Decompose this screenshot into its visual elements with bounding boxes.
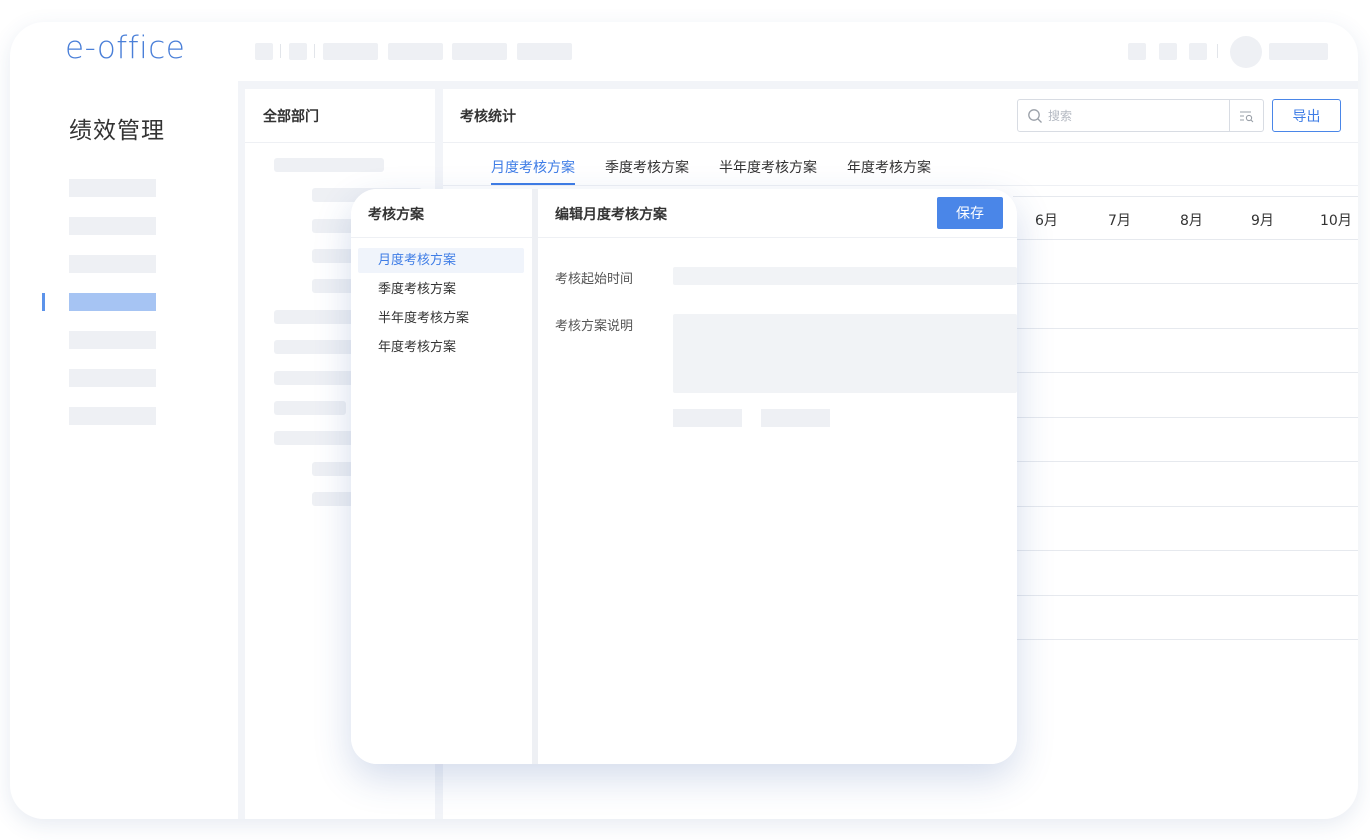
- action-button-placeholder[interactable]: [673, 409, 742, 427]
- action-button-placeholder[interactable]: [761, 409, 830, 427]
- description-label: 考核方案说明: [555, 319, 634, 334]
- filter-button[interactable]: [1229, 100, 1263, 131]
- filter-icon: [1239, 110, 1253, 122]
- tab-monthly[interactable]: 月度考核方案: [491, 157, 575, 185]
- search-icon: [1028, 109, 1042, 123]
- table-row: [1013, 461, 1358, 462]
- plan-item-quarterly[interactable]: 季度考核方案: [358, 277, 524, 302]
- table-row: [1013, 328, 1358, 329]
- table-row: [1013, 417, 1358, 418]
- top-menu-placeholder[interactable]: [255, 43, 273, 60]
- plan-list-title: 考核方案: [368, 207, 424, 223]
- start-time-label: 考核起始时间: [555, 272, 634, 287]
- plan-tabs: 月度考核方案 季度考核方案 半年度考核方案 年度考核方案: [491, 157, 931, 185]
- tabs-divider: [443, 185, 1358, 186]
- tab-half-yearly[interactable]: 半年度考核方案: [719, 157, 817, 185]
- tree-node[interactable]: [274, 401, 346, 415]
- avatar[interactable]: [1230, 36, 1262, 68]
- export-button[interactable]: 导出: [1272, 99, 1341, 132]
- top-tool-placeholder[interactable]: [1189, 43, 1207, 60]
- search-input[interactable]: [1048, 106, 1224, 126]
- table-row: [1013, 283, 1358, 284]
- top-divider: [314, 44, 315, 58]
- user-name-placeholder[interactable]: [1269, 43, 1328, 60]
- top-menu-placeholder[interactable]: [388, 43, 443, 60]
- divider: [443, 142, 1358, 143]
- plan-list-panel: 考核方案 月度考核方案 季度考核方案 半年度考核方案 年度考核方案: [351, 189, 532, 764]
- top-tool-placeholder[interactable]: [1159, 43, 1177, 60]
- top-bar: e-office: [10, 22, 1358, 81]
- nav-item[interactable]: [69, 255, 156, 273]
- edit-plan-modal: 考核方案 月度考核方案 季度考核方案 半年度考核方案 年度考核方案 编辑月度考核…: [351, 189, 1017, 764]
- top-menu-placeholder[interactable]: [323, 43, 378, 60]
- nav-item[interactable]: [69, 407, 156, 425]
- nav-active-indicator: [42, 293, 45, 311]
- tab-quarterly[interactable]: 季度考核方案: [605, 157, 689, 185]
- tree-node[interactable]: [274, 158, 384, 172]
- divider: [245, 142, 435, 143]
- table-row: [1013, 550, 1358, 551]
- save-button[interactable]: 保存: [937, 197, 1003, 229]
- left-nav: 绩效管理: [10, 81, 238, 819]
- search-box: [1017, 99, 1264, 132]
- month-header: 9月: [1251, 213, 1274, 229]
- plan-item-monthly[interactable]: 月度考核方案: [358, 248, 524, 273]
- nav-item[interactable]: [69, 217, 156, 235]
- top-menu-placeholder[interactable]: [517, 43, 572, 60]
- plan-item-half-yearly[interactable]: 半年度考核方案: [358, 306, 524, 331]
- top-tool-placeholder[interactable]: [1128, 43, 1146, 60]
- top-menu-placeholder[interactable]: [289, 43, 307, 60]
- nav-item-active[interactable]: [69, 293, 156, 311]
- grid-divider: [1013, 196, 1358, 197]
- top-menu-placeholder[interactable]: [452, 43, 507, 60]
- table-row: [1013, 239, 1358, 240]
- divider: [351, 237, 532, 238]
- month-header: 7月: [1108, 213, 1131, 229]
- module-title: 绩效管理: [69, 118, 165, 144]
- table-row: [1013, 639, 1358, 640]
- plan-item-yearly[interactable]: 年度考核方案: [358, 335, 524, 360]
- start-time-field[interactable]: [673, 267, 1017, 285]
- nav-item[interactable]: [69, 331, 156, 349]
- description-field[interactable]: [673, 314, 1017, 393]
- divider: [538, 237, 1017, 238]
- top-divider: [280, 44, 281, 58]
- nav-item[interactable]: [69, 179, 156, 197]
- month-header: 6月: [1035, 213, 1058, 229]
- table-row: [1013, 506, 1358, 507]
- nav-item[interactable]: [69, 369, 156, 387]
- department-panel-title: 全部部门: [263, 109, 319, 125]
- top-divider: [1217, 44, 1218, 58]
- editor-title: 编辑月度考核方案: [555, 207, 667, 223]
- app-logo: e-office: [65, 30, 186, 66]
- statistics-title: 考核统计: [460, 109, 516, 125]
- plan-editor-panel: 编辑月度考核方案 保存 考核起始时间 考核方案说明: [538, 189, 1017, 764]
- table-row: [1013, 372, 1358, 373]
- month-header: 8月: [1180, 213, 1203, 229]
- table-row: [1013, 595, 1358, 596]
- month-header: 10月: [1320, 213, 1352, 229]
- tab-yearly[interactable]: 年度考核方案: [847, 157, 931, 185]
